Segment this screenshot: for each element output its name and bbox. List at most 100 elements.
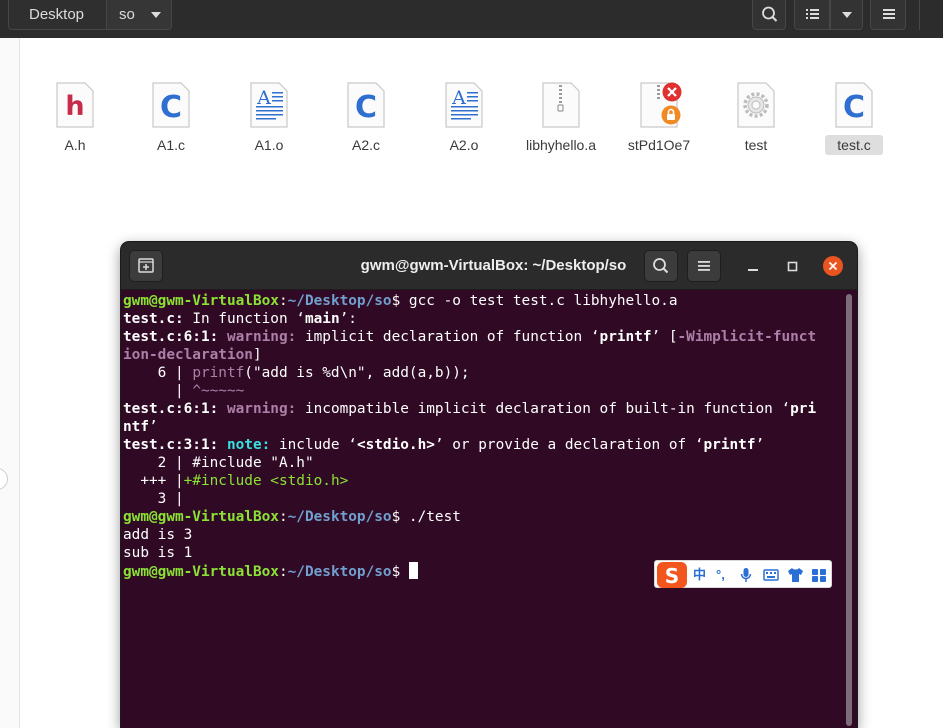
warning-flag: -Wimplicit-funct: [677, 329, 817, 345]
output-text: <stdio.h>: [356, 437, 435, 453]
prompt-path: ~/Desktop/so: [287, 564, 392, 580]
warning-label: warning:: [226, 401, 305, 417]
output-text: include ‘: [278, 437, 357, 453]
skin-shirt-icon[interactable]: [787, 561, 804, 589]
output-text: 3 |: [123, 491, 184, 507]
output-text: ’: [755, 437, 765, 453]
list-view-icon: [806, 9, 819, 19]
breadcrumb-desktop[interactable]: Desktop: [8, 0, 106, 30]
terminal-scrollbar[interactable]: [846, 294, 852, 726]
note-label: note:: [226, 437, 279, 453]
svg-text:h: h: [65, 91, 84, 122]
file-item[interactable]: C A1.c: [126, 82, 216, 156]
output-text: test.c:6:1:: [123, 401, 227, 417]
output-text: printf: [703, 437, 756, 453]
svg-text:S: S: [665, 564, 679, 588]
output-text: 6 |: [123, 365, 193, 381]
terminal-output[interactable]: gwm@gwm-VirtualBox:~/Desktop/so$ gcc -o …: [123, 292, 845, 728]
terminal-titlebar[interactable]: gwm@gwm-VirtualBox: ~/Desktop/so: [121, 242, 857, 290]
maximize-icon[interactable]: [786, 260, 800, 274]
file-name: A2.c: [351, 137, 380, 153]
sidebar-toggle[interactable]: [0, 468, 8, 490]
view-list-button[interactable]: [794, 0, 830, 30]
output-text: 2 | #include "A.h": [123, 455, 314, 471]
command-text: gcc -o test test.c libhyhello.a: [400, 293, 678, 309]
svg-text:A: A: [256, 87, 271, 109]
file-item-selected[interactable]: C test.c: [809, 82, 899, 156]
object-file-icon: A: [250, 82, 288, 128]
terminal-line: test.c:3:1: note: include ‘<stdio.h>’ or…: [123, 436, 845, 454]
breadcrumb-desktop-label: Desktop: [29, 6, 85, 23]
output-text: ’ [: [651, 329, 678, 345]
terminal-window[interactable]: gwm@gwm-VirtualBox: ~/Desktop/so gwm@gwm…: [121, 242, 857, 728]
file-item[interactable]: h A.h: [30, 82, 120, 156]
output-text: implicit declaration of function ‘: [304, 329, 600, 345]
c-header-file-icon: h: [56, 82, 94, 128]
prompt-user: gwm@gwm-VirtualBox: [123, 509, 279, 525]
close-icon: [828, 261, 838, 271]
c-source-file-icon: C: [152, 82, 190, 128]
file-item[interactable]: stPd1Oe7: [614, 82, 704, 156]
file-name: test.c: [825, 135, 883, 155]
terminal-line: ion-declaration]: [123, 346, 845, 364]
svg-text:C: C: [355, 90, 377, 125]
minimize-icon[interactable]: [746, 260, 760, 274]
ime-toolbar[interactable]: S 中 °,: [654, 560, 832, 588]
output-text: ’: [149, 419, 158, 435]
output-text: |: [123, 383, 193, 399]
output-text: ntf: [123, 419, 149, 435]
output-text: test.c:: [123, 311, 184, 327]
close-button[interactable]: [823, 256, 843, 276]
breadcrumb-so[interactable]: so: [106, 0, 172, 30]
code-highlight: printf: [192, 365, 245, 381]
terminal-search-button[interactable]: [644, 250, 678, 282]
object-file-icon: A: [445, 82, 483, 128]
terminal-line: test.c:6:1: warning: implicit declaratio…: [123, 328, 845, 346]
file-item[interactable]: A A2.o: [419, 82, 509, 156]
output-text: sub is 1: [123, 545, 193, 561]
terminal-line: test.c: In function ‘main’:: [123, 310, 845, 328]
menu-button[interactable]: [870, 0, 906, 30]
output-text: ’ or provide a declaration of ‘: [434, 437, 704, 453]
file-item[interactable]: C A2.c: [321, 82, 411, 156]
file-name: test: [744, 137, 768, 153]
output-text: In function ‘: [183, 311, 305, 327]
new-tab-button[interactable]: [129, 250, 163, 282]
file-name: A2.o: [449, 137, 479, 153]
command-text: ./test: [400, 509, 461, 525]
output-text: pri: [790, 401, 817, 417]
warning-label: warning:: [226, 329, 305, 345]
prompt-dollar: $: [391, 293, 401, 309]
chevron-down-icon: [842, 12, 852, 18]
prompt-colon: :: [278, 564, 288, 580]
toolbox-grid-icon[interactable]: [811, 561, 827, 589]
file-name: A1.o: [254, 137, 284, 153]
terminal-menu-button[interactable]: [687, 250, 721, 282]
breadcrumb-so-label: so: [119, 6, 135, 23]
view-options-button[interactable]: [830, 0, 863, 30]
search-button[interactable]: [752, 0, 786, 30]
caret-marker: ^~~~~~: [192, 383, 245, 399]
file-item[interactable]: libhyhello.a: [516, 82, 606, 156]
output-text: ’:: [339, 311, 357, 327]
file-name: A1.c: [156, 137, 185, 153]
file-name: stPd1Oe7: [627, 137, 691, 153]
sogou-logo[interactable]: S: [657, 562, 687, 588]
ime-punctuation-toggle[interactable]: °,: [716, 561, 725, 589]
output-text: incompatible implicit declaration of bui…: [304, 401, 791, 417]
keyboard-icon[interactable]: [763, 561, 779, 589]
file-item[interactable]: A A1.o: [224, 82, 314, 156]
sidebar: [0, 38, 20, 728]
terminal-line: +++ |+#include <stdio.h>: [123, 472, 845, 490]
c-source-file-icon: C: [347, 82, 385, 128]
ime-mode-toggle[interactable]: 中: [693, 561, 706, 589]
prompt-path: ~/Desktop/so: [287, 509, 392, 525]
file-manager-header: Desktop so: [0, 0, 943, 38]
terminal-line: gwm@gwm-VirtualBox:~/Desktop/so$ gcc -o …: [123, 292, 845, 310]
terminal-line: 6 | printf("add is %d\n", add(a,b));: [123, 364, 845, 382]
output-text: main: [304, 311, 340, 327]
terminal-line: 2 | #include "A.h": [123, 454, 845, 472]
file-item[interactable]: test: [711, 82, 801, 156]
microphone-icon[interactable]: [739, 561, 753, 589]
terminal-line: gwm@gwm-VirtualBox:~/Desktop/so$ ./test: [123, 508, 845, 526]
